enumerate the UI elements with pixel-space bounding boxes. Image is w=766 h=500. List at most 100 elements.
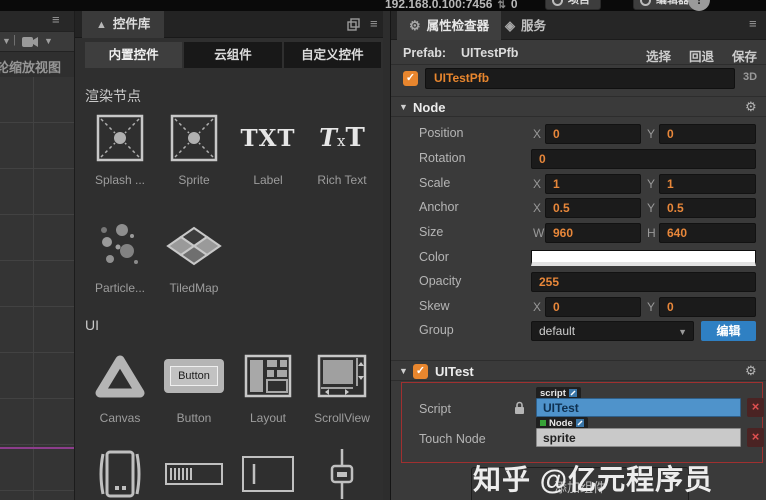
tiledmap-icon (166, 226, 222, 266)
sprite-icon (170, 114, 218, 162)
gear-icon: ⚙ (409, 18, 421, 33)
node-name-input[interactable]: UITestPfb (425, 68, 735, 89)
scene-panel-header: ≡ (0, 11, 74, 31)
library-row: Particle... TiledMap (83, 217, 383, 295)
edit-icon[interactable] (575, 419, 584, 427)
library-panel-header: ▲ 控件库 ≡ (75, 11, 383, 38)
panel-menu-icon[interactable]: ≡ (749, 16, 757, 31)
widget-scrollview[interactable]: ScrollView (305, 347, 379, 425)
collapse-arrow-icon[interactable]: ▼ (399, 102, 408, 112)
script-reference-field[interactable]: UITest (536, 398, 741, 417)
prefab-save-button[interactable]: 保存 (732, 46, 757, 65)
skew-y-input[interactable]: 0 (659, 297, 756, 317)
popout-icon[interactable] (347, 18, 360, 31)
tab-services[interactable]: ◈ 服务 (493, 11, 558, 40)
pageview-icon (99, 450, 141, 498)
section-ui: UI (85, 317, 99, 333)
widget-particle[interactable]: Particle... (83, 217, 157, 295)
edit-icon[interactable] (568, 389, 577, 397)
widget-progressbar[interactable] (157, 445, 231, 500)
node-active-checkbox[interactable]: ✓ (403, 71, 418, 86)
button-icon: Button (164, 359, 224, 393)
splash-icon (96, 114, 144, 162)
widget-splash[interactable]: Splash ... (83, 109, 157, 187)
anchor-x-input[interactable]: 0.5 (545, 198, 641, 218)
widget-layout[interactable]: Layout (231, 347, 305, 425)
lock-icon (515, 401, 524, 414)
property-row-scale: Scale X 1 Y 1 (391, 174, 766, 196)
gear-icon[interactable]: ⚙ (745, 363, 757, 379)
remove-touch-node-button[interactable]: × (747, 428, 764, 447)
size-h-input[interactable]: 640 (659, 223, 756, 243)
property-row-skew: Skew X 0 Y 0 (391, 297, 766, 319)
prefab-revert-button[interactable]: 回退 (689, 46, 714, 65)
refresh-icon (640, 0, 651, 6)
property-row-anchor: Anchor X 0.5 Y 0.5 (391, 198, 766, 220)
particle-icon (101, 224, 138, 264)
property-row-group: Group default ▼ 编辑 (391, 321, 766, 343)
service-icon: ◈ (505, 18, 515, 33)
rotation-input[interactable]: 0 (531, 149, 756, 169)
tab-widget-library[interactable]: ▲ 控件库 (82, 11, 165, 38)
editbox-icon (242, 456, 294, 492)
group-edit-button[interactable]: 编辑 (701, 321, 756, 341)
touch-node-reference-field[interactable]: sprite (536, 428, 741, 447)
widget-tiledmap[interactable]: TiledMap (157, 217, 231, 295)
node-section-header[interactable]: ▼ Node ⚙ (391, 96, 766, 117)
color-swatch[interactable] (531, 250, 756, 266)
tab-builtin-widgets[interactable]: 内置控件 (85, 42, 183, 68)
property-row-rotation: Rotation 0 (391, 149, 766, 171)
widget-editbox[interactable] (231, 445, 305, 500)
tab-custom-widgets[interactable]: 自定义控件 (283, 42, 381, 68)
uitest-section-header[interactable]: ▼ ✓ UITest ⚙ (391, 360, 766, 381)
canvas-icon (95, 355, 145, 398)
property-row-position: Position X 0 Y 0 (391, 124, 766, 146)
widget-button[interactable]: Button Button (157, 347, 231, 425)
widget-richtext[interactable]: TxT Rich Text (305, 109, 379, 187)
chevron-down-icon[interactable]: ▼ (44, 36, 53, 46)
node-type-icon (540, 420, 546, 426)
widget-canvas[interactable]: Canvas (83, 347, 157, 425)
anchor-y-input[interactable]: 0.5 (659, 198, 756, 218)
slider-icon (330, 449, 354, 499)
widget-label[interactable]: TXT Label (231, 109, 305, 188)
uitest-enabled-checkbox[interactable]: ✓ (413, 364, 428, 379)
opacity-input[interactable]: 255 (531, 272, 756, 292)
widget-pageview[interactable] (83, 445, 157, 500)
panel-menu-icon[interactable]: ≡ (370, 16, 378, 31)
skew-x-input[interactable]: 0 (545, 297, 641, 317)
panel-menu-icon[interactable]: ≡ (52, 12, 60, 27)
gear-icon[interactable]: ⚙ (745, 99, 757, 115)
refresh-project-button[interactable]: 项目 (545, 0, 601, 10)
scale-y-input[interactable]: 1 (659, 174, 756, 194)
section-render-nodes: 渲染节点 (85, 88, 141, 104)
size-w-input[interactable]: 960 (545, 223, 641, 243)
scene-zoom-hint: 轮缩放视图 (0, 60, 62, 75)
widget-sprite[interactable]: Sprite (157, 109, 231, 187)
group-dropdown[interactable]: default ▼ (531, 321, 694, 341)
tab-cloud-components[interactable]: 云组件 (184, 42, 282, 68)
remove-script-button[interactable]: × (747, 398, 764, 417)
mode-3d-toggle[interactable]: 3D (743, 71, 757, 83)
watermark: 知乎 @亿元程序员 (473, 464, 714, 495)
widget-slider[interactable] (305, 445, 379, 500)
scene-view-panel: ≡ ▼ | ▼ 轮缩放视图 (0, 11, 75, 500)
position-y-input[interactable]: 0 (659, 124, 756, 144)
prefab-label: Prefab: (403, 46, 447, 60)
scene-grid[interactable] (0, 77, 74, 500)
collapse-arrow-icon[interactable]: ▼ (399, 366, 408, 376)
property-row-size: Size W 960 H 640 (391, 223, 766, 245)
device-address[interactable]: 192.168.0.100:7456 ⇅ 0 (385, 0, 518, 11)
updown-icon: ⇅ (497, 0, 506, 11)
chevron-down-icon[interactable]: ▼ (2, 36, 11, 46)
camera-icon[interactable] (22, 36, 39, 48)
library-row (83, 445, 383, 500)
tab-property-inspector[interactable]: ⚙ 属性检查器 (397, 11, 502, 40)
prefab-select-button[interactable]: 选择 (646, 46, 671, 65)
position-x-input[interactable]: 0 (545, 124, 641, 144)
property-inspector-panel: ⚙ 属性检查器 ◈ 服务 ≡ Prefab: UITestPfb 选择 回退 保存 … (390, 11, 766, 500)
scale-x-input[interactable]: 1 (545, 174, 641, 194)
progressbar-icon (165, 463, 223, 485)
widget-library-panel: ▲ 控件库 ≡ 内置控件 云组件 自定义控件 渲染节点 Splash ... Sp… (75, 11, 383, 500)
grid-line (33, 77, 34, 500)
